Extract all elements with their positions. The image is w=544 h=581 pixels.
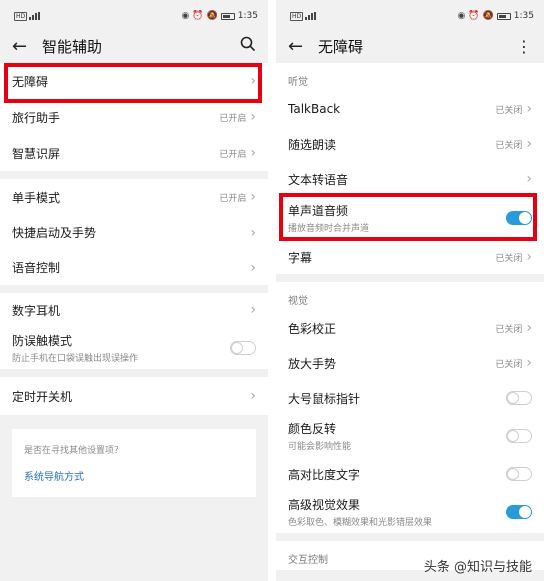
section-vision: 视觉 bbox=[276, 282, 544, 311]
row-large-mouse-pointer[interactable]: 大号鼠标指针 bbox=[276, 381, 544, 415]
row-accidental-touch-mode[interactable]: 防误触模式 防止手机在口袋误触出现误操作 bbox=[0, 327, 268, 369]
row-smart-screen-recognition[interactable]: 智慧识屏 已开启 › bbox=[0, 135, 268, 171]
row-label: 放大手势 bbox=[288, 356, 337, 371]
signal-icon bbox=[305, 12, 317, 20]
row-label: 数字耳机 bbox=[12, 303, 61, 318]
row-one-hand-mode[interactable]: 单手模式 已开启 › bbox=[0, 179, 268, 215]
chevron-right-icon: › bbox=[526, 320, 532, 336]
accidental-touch-toggle[interactable] bbox=[230, 341, 256, 355]
row-label: 随选朗读 bbox=[288, 137, 337, 152]
chevron-right-icon: › bbox=[250, 302, 256, 318]
back-arrow-icon[interactable]: ← bbox=[12, 36, 42, 57]
hd-indicator: HD bbox=[14, 11, 28, 21]
suggestion-link-system-navigation[interactable]: 系统导航方式 bbox=[24, 468, 244, 483]
row-subtitle: 可能会影响性能 bbox=[288, 442, 352, 452]
chevron-right-icon: › bbox=[526, 101, 532, 117]
page-title: 智能辅助 bbox=[42, 37, 103, 56]
suggestion-prompt: 是否在寻找其他设置项？ bbox=[24, 446, 124, 456]
row-label: 色彩校正 bbox=[288, 321, 337, 336]
accessibility-screen: HD ◉ ⏰ 🔕 1:35 ← 无障碍 ⋮ 听觉 TalkBack 已关闭 › … bbox=[276, 0, 544, 581]
chevron-right-icon: › bbox=[250, 388, 256, 404]
chevron-right-icon: › bbox=[526, 171, 532, 187]
row-subtitle: 防止手机在口袋误触出现误操作 bbox=[12, 354, 139, 364]
row-text-to-speech[interactable]: 文本转语音 › bbox=[276, 162, 544, 196]
battery-icon bbox=[496, 12, 511, 20]
row-label: 颜色反转 bbox=[288, 422, 337, 436]
eye-icon: ◉ bbox=[457, 11, 466, 21]
row-advanced-visual-effects[interactable]: 高级视觉效果 色彩取色、模糊效果和光影错层效果 bbox=[276, 491, 544, 533]
row-quick-launch-gestures[interactable]: 快捷启动及手势 › bbox=[0, 215, 268, 250]
status-time: 1:35 bbox=[513, 11, 534, 21]
eye-icon: ◉ bbox=[181, 11, 190, 21]
chevron-right-icon: › bbox=[526, 249, 532, 265]
chevron-right-icon: › bbox=[250, 259, 256, 276]
color-inversion-toggle[interactable] bbox=[506, 429, 532, 443]
suggestion-card: 是否在寻找其他设置项？ 系统导航方式 bbox=[12, 429, 256, 497]
search-icon[interactable] bbox=[240, 36, 256, 56]
row-state: 已开启 bbox=[219, 113, 247, 124]
row-voice-control[interactable]: 语音控制 › bbox=[0, 250, 268, 285]
chevron-right-icon: › bbox=[250, 109, 256, 125]
chevron-right-icon: › bbox=[526, 355, 532, 371]
row-label: 单手模式 bbox=[12, 190, 61, 205]
highlight-box-mono-audio bbox=[279, 193, 537, 241]
row-captions[interactable]: 字幕 已关闭 › bbox=[276, 240, 544, 274]
hd-indicator: HD bbox=[290, 11, 304, 21]
row-subtitle: 色彩取色、模糊效果和光影错层效果 bbox=[288, 518, 433, 528]
page-title: 无障碍 bbox=[318, 37, 364, 56]
advanced-visual-toggle[interactable] bbox=[506, 505, 532, 519]
mute-icon: 🔕 bbox=[206, 11, 218, 21]
row-state: 已开启 bbox=[219, 193, 247, 204]
status-bar: HD ◉ ⏰ 🔕 1:35 bbox=[276, 0, 544, 32]
row-label: 语音控制 bbox=[12, 261, 61, 275]
row-state: 已关闭 bbox=[495, 140, 523, 151]
row-travel-assistant[interactable]: 旅行助手 已开启 › bbox=[0, 99, 268, 135]
row-label: 大号鼠标指针 bbox=[288, 391, 361, 406]
row-state: 已关闭 bbox=[495, 359, 523, 370]
row-magnification-gesture[interactable]: 放大手势 已关闭 › bbox=[276, 345, 544, 381]
signal-icon bbox=[29, 12, 41, 20]
highlight-box-accessibility bbox=[4, 63, 262, 103]
chevron-right-icon: › bbox=[526, 136, 532, 152]
row-label: 高级视觉效果 bbox=[288, 498, 361, 512]
row-high-contrast-text[interactable]: 高对比度文字 bbox=[276, 457, 544, 491]
back-arrow-icon[interactable]: ← bbox=[288, 36, 318, 57]
app-bar: ← 智能辅助 bbox=[0, 32, 268, 60]
chevron-right-icon: › bbox=[250, 224, 256, 241]
row-label: 高对比度文字 bbox=[288, 467, 361, 482]
row-label: 文本转语音 bbox=[288, 172, 349, 187]
alarm-icon: ⏰ bbox=[468, 11, 480, 21]
row-label: 旅行助手 bbox=[12, 110, 61, 125]
watermark: 头条 @知识与技能 bbox=[423, 560, 532, 575]
more-icon[interactable]: ⋮ bbox=[516, 37, 532, 56]
row-label: 字幕 bbox=[288, 250, 313, 265]
battery-icon bbox=[220, 12, 235, 20]
mute-icon: 🔕 bbox=[482, 11, 494, 21]
large-pointer-toggle[interactable] bbox=[506, 391, 532, 405]
row-state: 已开启 bbox=[219, 149, 247, 160]
row-scheduled-power[interactable]: 定时开关机 › bbox=[0, 377, 268, 415]
row-label: 防误触模式 bbox=[12, 334, 73, 348]
row-state: 已关闭 bbox=[495, 105, 523, 116]
row-label: 快捷启动及手势 bbox=[12, 226, 97, 240]
section-hearing: 听觉 bbox=[276, 63, 544, 92]
row-label: 智慧识屏 bbox=[12, 146, 61, 161]
status-time: 1:35 bbox=[237, 11, 258, 21]
alarm-icon: ⏰ bbox=[192, 11, 204, 21]
row-color-inversion[interactable]: 颜色反转 可能会影响性能 bbox=[276, 415, 544, 457]
row-state: 已关闭 bbox=[495, 324, 523, 335]
row-digital-earphone[interactable]: 数字耳机 › bbox=[0, 293, 268, 327]
chevron-right-icon: › bbox=[250, 189, 256, 205]
app-bar: ← 无障碍 ⋮ bbox=[276, 32, 544, 60]
row-label: TalkBack bbox=[288, 102, 341, 116]
row-state: 已关闭 bbox=[495, 253, 523, 264]
row-talkback[interactable]: TalkBack 已关闭 › bbox=[276, 92, 544, 126]
status-bar: HD ◉ ⏰ 🔕 1:35 bbox=[0, 0, 268, 32]
row-select-to-speak[interactable]: 随选朗读 已关闭 › bbox=[276, 126, 544, 162]
row-label: 定时开关机 bbox=[12, 389, 73, 404]
chevron-right-icon: › bbox=[250, 145, 256, 161]
row-color-correction[interactable]: 色彩校正 已关闭 › bbox=[276, 311, 544, 345]
high-contrast-toggle[interactable] bbox=[506, 467, 532, 481]
